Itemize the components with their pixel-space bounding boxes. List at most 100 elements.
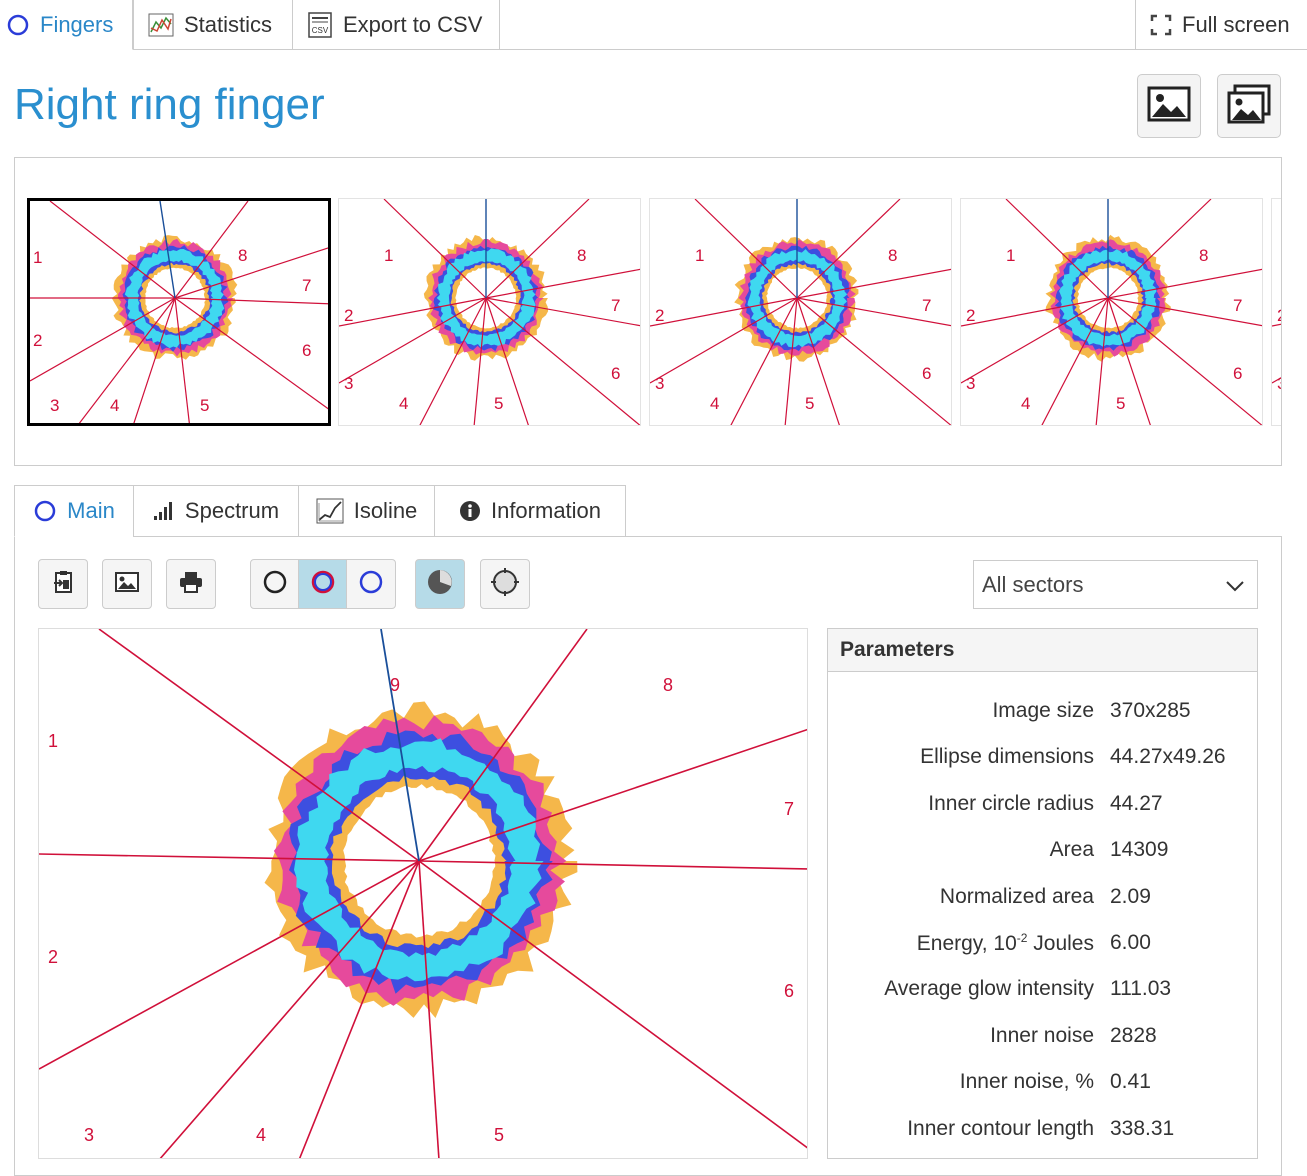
circle-icon [6, 13, 30, 37]
svg-text:3: 3 [1277, 374, 1282, 393]
svg-text:5: 5 [805, 394, 814, 413]
parameter-row: Image size 370x285 [828, 699, 1259, 729]
parameter-value: 2.09 [1110, 884, 1151, 908]
thumbnail-strip: 1 2 3 4 5 6 7 8 1 2 3 4 5 6 7 8 1 2 3 4 5 6 7 8 1 2 3 4 5 6 7 8 1 2 3 4… [14, 157, 1282, 466]
parameter-row: Average glow intensity 111.03 [828, 977, 1259, 1007]
fullscreen-button[interactable]: Full screen [1135, 0, 1307, 50]
parameter-label: Area [1049, 838, 1094, 862]
svg-text:1: 1 [48, 731, 58, 751]
svg-text:2: 2 [48, 947, 58, 967]
image-icon [1147, 86, 1191, 127]
parameter-value: 6.00 [1110, 931, 1151, 954]
tab-main[interactable]: Main [14, 485, 134, 537]
image-button[interactable] [1137, 74, 1201, 138]
ellipse-toggle-button[interactable] [480, 559, 530, 609]
tab-export-csv-label: Export to CSV [343, 11, 483, 37]
svg-text:5: 5 [1116, 394, 1125, 413]
svg-text:2: 2 [655, 306, 664, 325]
tab-fingers[interactable]: Fingers [0, 0, 133, 50]
target-circle-icon [490, 567, 520, 602]
save-image-button[interactable] [102, 559, 152, 609]
parameter-label: Energy, 10-2 Joules [916, 931, 1094, 955]
svg-text:4: 4 [399, 394, 408, 413]
svg-text:2: 2 [344, 306, 353, 325]
parameter-row: Inner circle radius 44.27 [828, 792, 1259, 822]
parameter-label: Inner contour length [907, 1116, 1094, 1140]
tab-information-label: Information [490, 498, 602, 523]
svg-text:4: 4 [1021, 394, 1030, 413]
paste-button[interactable] [38, 559, 88, 609]
parameter-row: Ellipse dimensions 44.27x49.26 [828, 745, 1259, 775]
svg-text:2: 2 [966, 306, 975, 325]
tab-fingers-label: Fingers [40, 11, 114, 37]
tab-isoline[interactable]: Isoline [298, 485, 435, 537]
parameter-row: Inner noise, % 0.41 [828, 1070, 1259, 1100]
parameter-value: 0.41 [1110, 1070, 1151, 1094]
parameter-value: 44.27x49.26 [1110, 745, 1226, 769]
tab-information[interactable]: Information [434, 485, 626, 537]
sector-select[interactable]: All sectors [973, 560, 1258, 609]
svg-text:1: 1 [1006, 246, 1015, 265]
bioelectrogram-image: 1 2 3 4 5 6 7 8 9 [38, 628, 808, 1159]
thumbnail-2[interactable]: 1 2 3 4 5 6 7 8 [338, 198, 641, 426]
parameter-value: 370x285 [1110, 699, 1191, 722]
chart-icon [148, 13, 174, 37]
contour-blue-button[interactable] [347, 560, 395, 608]
tab-statistics[interactable]: Statistics [133, 0, 293, 50]
thumbnail-1[interactable]: 1 2 3 4 5 6 7 8 [27, 198, 331, 426]
svg-text:6: 6 [922, 364, 931, 383]
svg-text:1: 1 [33, 248, 42, 267]
circle-outline-icon [262, 569, 288, 600]
page-title: Right ring finger [14, 80, 325, 129]
svg-text:1: 1 [695, 246, 704, 265]
svg-text:5: 5 [200, 396, 209, 415]
sectors-toggle-button[interactable] [415, 559, 465, 609]
contour-color-button[interactable] [299, 560, 347, 608]
parameter-row: Area 14309 [828, 838, 1259, 868]
circle-icon [33, 499, 57, 523]
fullscreen-label: Full screen [1182, 11, 1290, 37]
tab-spectrum[interactable]: Spectrum [133, 485, 299, 537]
svg-text:6: 6 [1233, 364, 1242, 383]
svg-text:8: 8 [577, 246, 586, 265]
thumbnail-4[interactable]: 1 2 3 4 5 6 7 8 [960, 198, 1263, 426]
parameter-label: Inner circle radius [928, 791, 1094, 815]
parameter-value: 2828 [1110, 1023, 1157, 1047]
svg-text:6: 6 [784, 981, 794, 1001]
svg-text:3: 3 [344, 374, 353, 393]
parameter-label: Inner noise, % [959, 1070, 1094, 1094]
tab-isoline-label: Isoline [353, 498, 418, 523]
print-button[interactable] [166, 559, 216, 609]
svg-text:8: 8 [1199, 246, 1208, 265]
svg-text:4: 4 [256, 1125, 266, 1145]
svg-text:4: 4 [710, 394, 719, 413]
thumbnail-5[interactable]: 12345678 [1271, 198, 1282, 426]
svg-text:2: 2 [1277, 306, 1282, 325]
image-gallery-button[interactable] [1217, 74, 1281, 138]
circle-color-icon [310, 569, 336, 600]
clipboard-icon [52, 570, 74, 599]
pie-chart-icon [426, 568, 454, 601]
thumbnail-3[interactable]: 1 2 3 4 5 6 7 8 [649, 198, 952, 426]
circle-blue-icon [358, 569, 384, 600]
svg-text:5: 5 [494, 394, 503, 413]
printer-icon [179, 571, 203, 598]
parameter-value: 14309 [1110, 838, 1169, 862]
svg-text:3: 3 [50, 396, 59, 415]
fullscreen-icon [1150, 14, 1172, 36]
tab-export-csv[interactable]: CSV Export to CSV [292, 0, 500, 50]
svg-text:2: 2 [33, 331, 42, 350]
tab-statistics-label: Statistics [184, 11, 273, 37]
contour-mode-group [250, 559, 396, 609]
svg-text:CSV: CSV [312, 26, 329, 35]
parameters-panel: Parameters Image size 370x285 Ellipse dime… [827, 628, 1258, 1159]
contour-plain-button[interactable] [251, 560, 299, 608]
svg-text:6: 6 [302, 341, 311, 360]
parameter-row: Energy, 10-2 Joules 6.00 [828, 931, 1259, 961]
image-icon [115, 571, 139, 597]
parameter-row: Inner contour length 338.31 [828, 1117, 1259, 1147]
sector-select-value: All sectors [982, 571, 1084, 597]
parameter-row: Normalized area 2.09 [828, 885, 1259, 915]
parameter-label: Average glow intensity [884, 977, 1094, 1001]
top-tab-bar: Fingers Statistics CSV Export to CSV Ful… [0, 0, 1307, 50]
